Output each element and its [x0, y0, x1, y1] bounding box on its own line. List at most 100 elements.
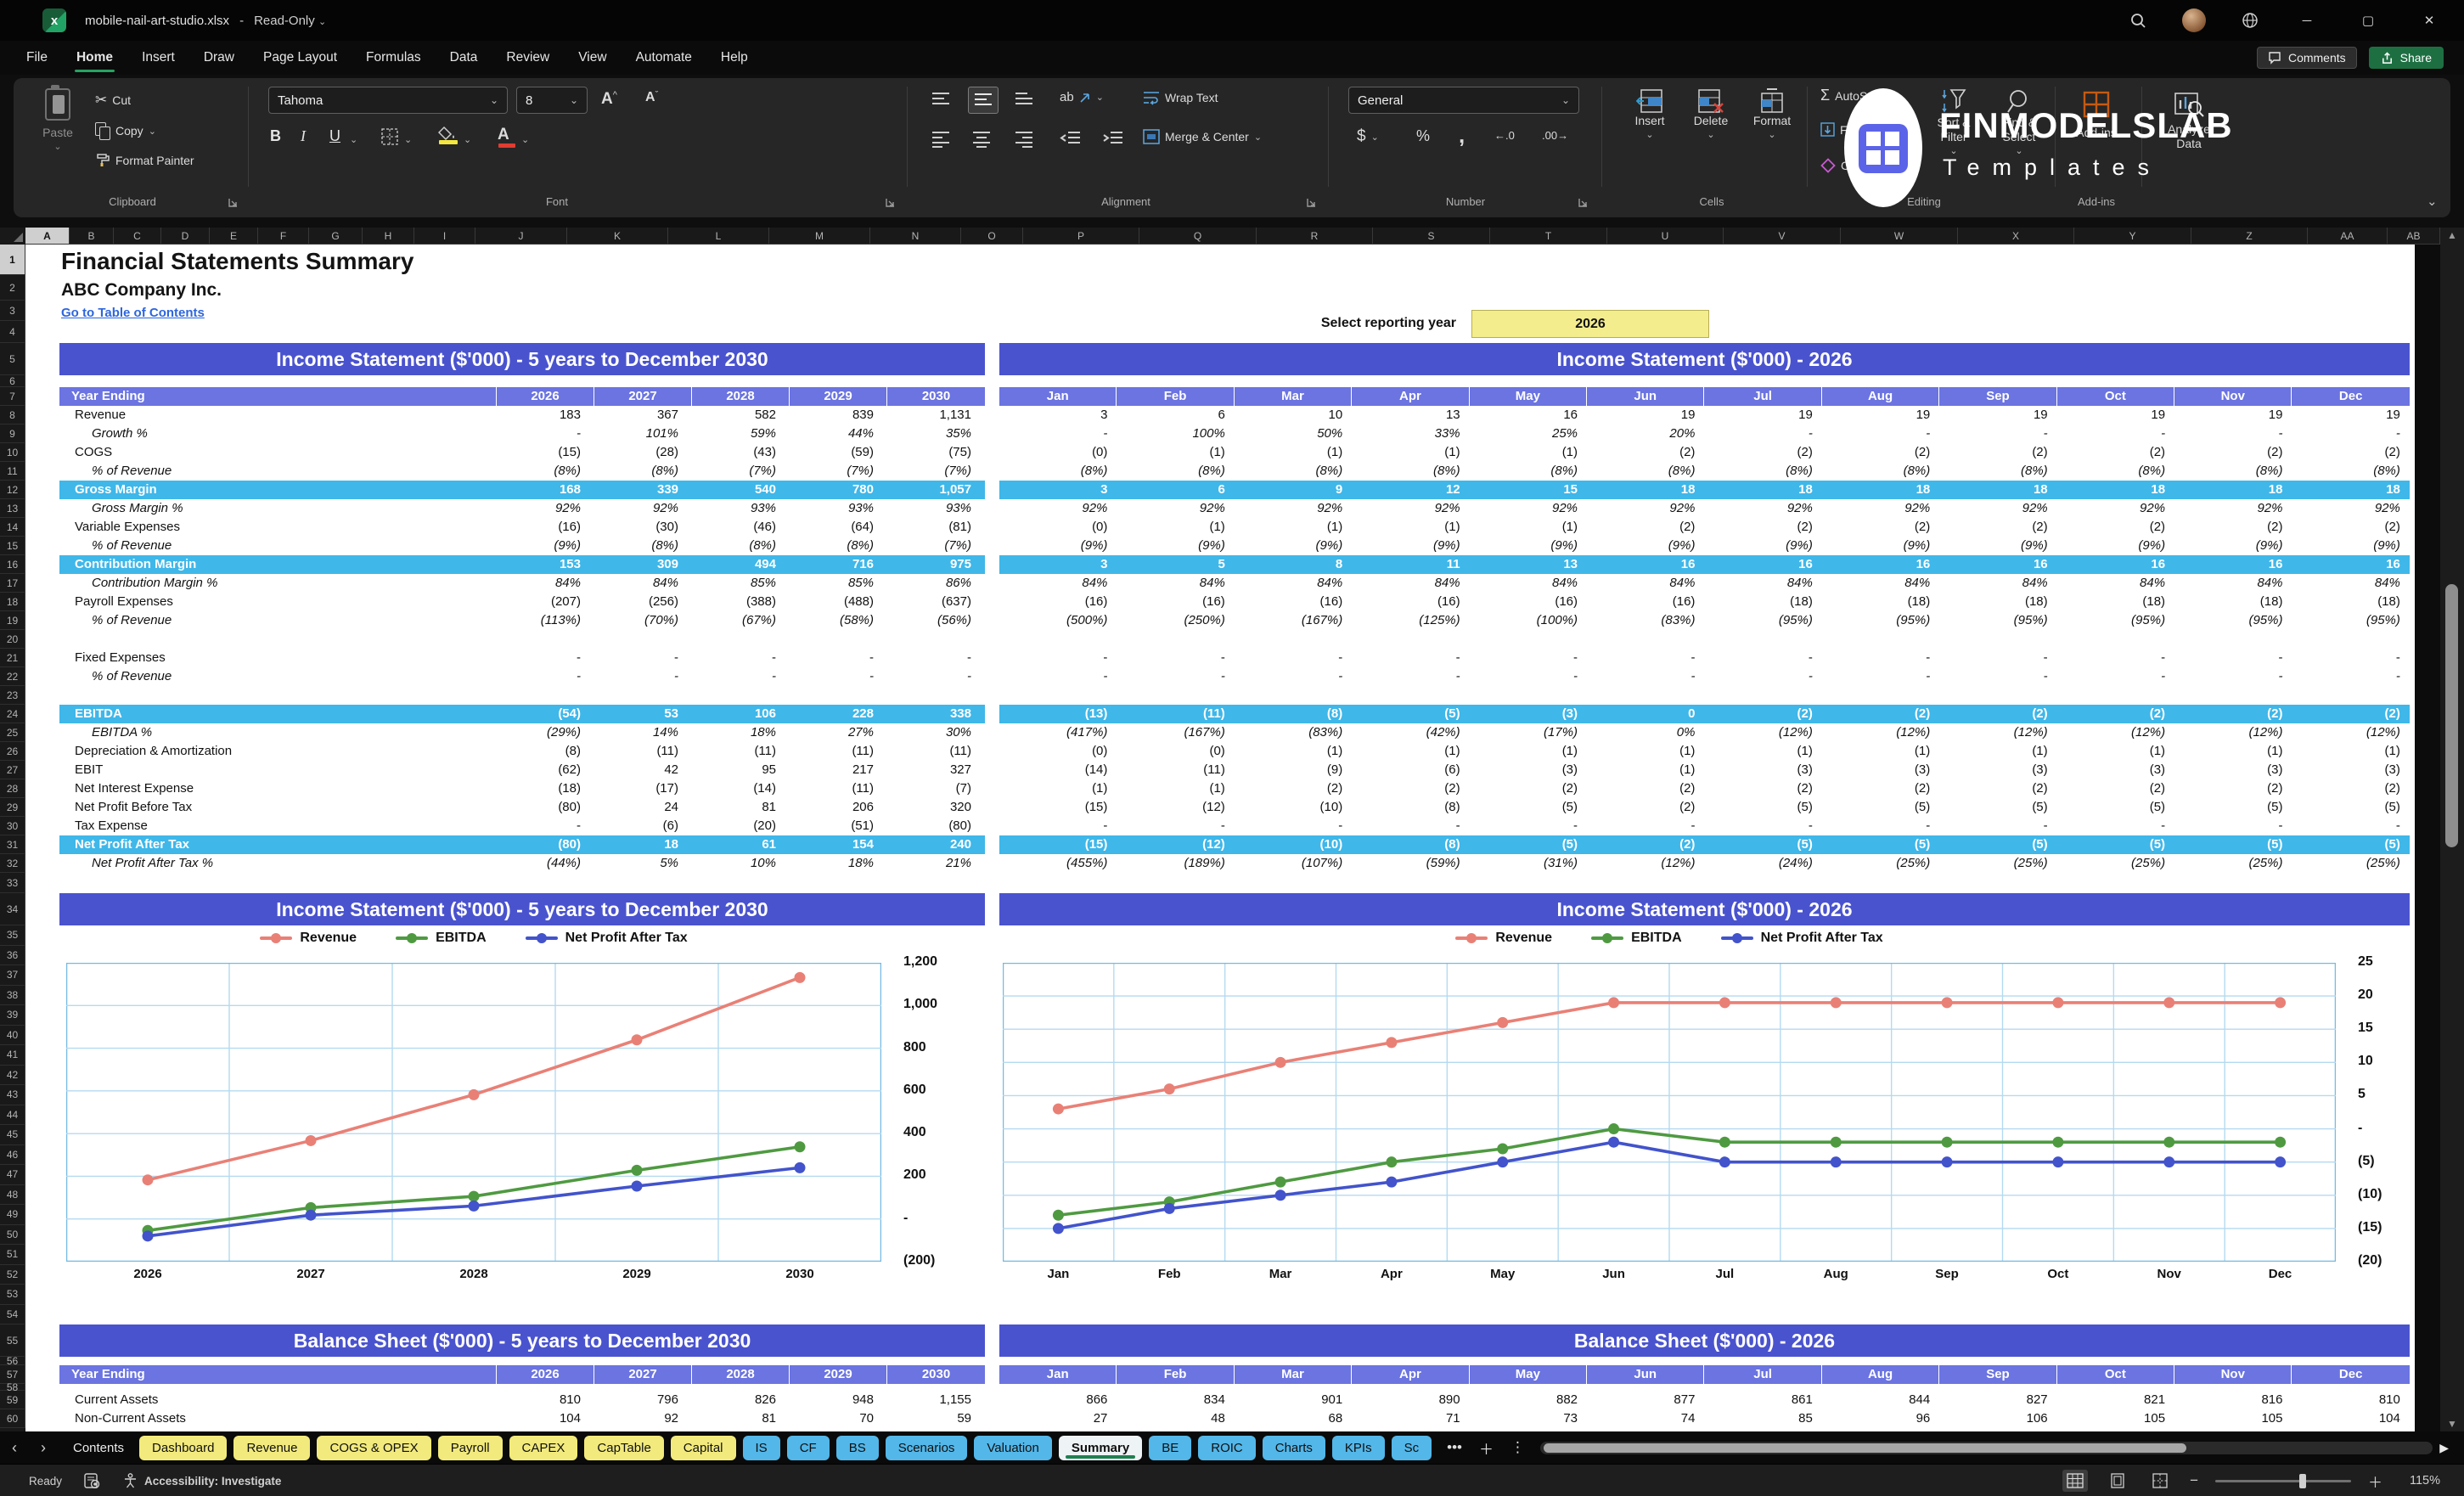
scroll-right-arrow[interactable]: ▶	[2439, 1441, 2464, 1455]
table-cell[interactable]: 0	[1587, 705, 1704, 723]
table-cell[interactable]: 877	[1587, 1391, 1704, 1409]
table-cell[interactable]	[999, 686, 1117, 705]
table-cell[interactable]: (113%)	[497, 611, 594, 630]
table-cell[interactable]: 96	[1822, 1409, 1939, 1428]
table-cell[interactable]: (2)	[1939, 443, 2056, 462]
row-header-29[interactable]: 29	[0, 798, 25, 817]
row-header-49[interactable]: 49	[0, 1205, 25, 1225]
horizontal-scrollbar[interactable]	[1539, 1441, 2433, 1454]
table-cell[interactable]: 240	[887, 835, 985, 854]
sheet-tab-roic[interactable]: ROIC	[1198, 1435, 1256, 1460]
table-cell[interactable]: 84%	[1939, 574, 2056, 593]
next-sheet-arrow[interactable]: ›	[29, 1439, 58, 1457]
table-cell[interactable]: (24%)	[1704, 854, 1821, 873]
table-cell[interactable]: 327	[887, 761, 985, 779]
table-cell[interactable]: 48	[1117, 1409, 1234, 1428]
table-cell[interactable]: 100%	[1117, 425, 1234, 443]
table-cell[interactable]: (8%)	[594, 537, 692, 555]
table-cell[interactable]: 18	[2174, 481, 2292, 499]
table-cell[interactable]: -	[1822, 667, 1939, 686]
table-cell[interactable]: 975	[887, 555, 985, 574]
table-cell[interactable]: (9%)	[1352, 537, 1469, 555]
table-cell[interactable]: (9%)	[1939, 537, 2056, 555]
row-label[interactable]: Net Profit After Tax	[59, 835, 497, 854]
table-cell[interactable]: (1)	[1352, 443, 1469, 462]
table-cell[interactable]: -	[1704, 667, 1821, 686]
column-header-AA[interactable]: AA	[2308, 228, 2388, 245]
table-cell[interactable]: (5)	[1939, 835, 2056, 854]
column-header-M[interactable]: M	[769, 228, 870, 245]
table-cell[interactable]: 716	[790, 555, 887, 574]
sheet-tab-payroll[interactable]: Payroll	[437, 1435, 503, 1460]
row-label[interactable]: % of Revenue	[59, 537, 497, 555]
table-cell[interactable]: (8%)	[497, 462, 594, 481]
comments-button[interactable]: Comments	[2256, 47, 2357, 69]
row-header-9[interactable]: 9	[0, 425, 25, 443]
table-cell[interactable]: (3)	[1822, 761, 1939, 779]
table-cell[interactable]	[790, 686, 887, 705]
row-label[interactable]: Growth %	[59, 425, 497, 443]
table-cell[interactable]: 901	[1235, 1391, 1352, 1409]
font-family-select[interactable]: Tahoma ⌄	[268, 87, 508, 114]
table-cell[interactable]: -	[1470, 649, 1587, 667]
table-cell[interactable]: (2)	[2292, 518, 2409, 537]
table-cell[interactable]: (9%)	[1822, 537, 1939, 555]
table-cell[interactable]: 93%	[790, 499, 887, 518]
table-cell[interactable]: (18)	[1704, 593, 1821, 611]
row-header-40[interactable]: 40	[0, 1025, 25, 1045]
underline-dropdown[interactable]: ⌄	[350, 134, 357, 145]
table-cell[interactable]: (16)	[497, 518, 594, 537]
sheet-tab-charts[interactable]: Charts	[1262, 1435, 1325, 1460]
table-cell[interactable]: (455%)	[999, 854, 1117, 873]
font-size-select[interactable]: 8 ⌄	[516, 87, 588, 114]
table-cell[interactable]: -	[692, 667, 790, 686]
table-cell[interactable]: 3	[999, 481, 1117, 499]
table-cell[interactable]: (62)	[497, 761, 594, 779]
table-cell[interactable]	[1470, 686, 1587, 705]
row-header-45[interactable]: 45	[0, 1125, 25, 1145]
table-cell[interactable]	[1117, 630, 1234, 649]
minimize-button[interactable]: ─	[2294, 14, 2320, 28]
table-cell[interactable]: (1)	[2057, 742, 2174, 761]
column-header-W[interactable]: W	[1841, 228, 1958, 245]
table-cell[interactable]: (2)	[1939, 518, 2056, 537]
column-header-Z[interactable]: Z	[2191, 228, 2308, 245]
row-header-4[interactable]: 4	[0, 321, 25, 343]
row-header-30[interactable]: 30	[0, 817, 25, 835]
table-cell[interactable]: (11)	[594, 742, 692, 761]
table-cell[interactable]: (1)	[1235, 742, 1352, 761]
percent-style-button[interactable]: %	[1416, 127, 1430, 145]
table-cell[interactable]: (2)	[2057, 443, 2174, 462]
column-header-V[interactable]: V	[1724, 228, 1841, 245]
table-cell[interactable]: 92%	[2174, 499, 2292, 518]
table-cell[interactable]: (2)	[1939, 779, 2056, 798]
table-cell[interactable]: 309	[594, 555, 692, 574]
table-cell[interactable]: (18)	[1939, 593, 2056, 611]
table-cell[interactable]: (25%)	[1939, 854, 2056, 873]
avatar[interactable]	[2182, 8, 2206, 32]
table-cell[interactable]: (8%)	[1235, 462, 1352, 481]
search-icon[interactable]	[2130, 13, 2146, 29]
table-cell[interactable]: 320	[887, 798, 985, 817]
table-cell[interactable]: -	[887, 667, 985, 686]
table-cell[interactable]: (95%)	[2174, 611, 2292, 630]
table-cell[interactable]: (30)	[594, 518, 692, 537]
table-cell[interactable]: (9%)	[1704, 537, 1821, 555]
menu-tab-draw[interactable]: Draw	[189, 41, 249, 75]
increase-decimal-button[interactable]: ←.0	[1494, 129, 1515, 142]
orientation-button[interactable]: ab ⌄	[1060, 90, 1104, 104]
table-cell[interactable]: 206	[790, 798, 887, 817]
row-header-25[interactable]: 25	[0, 723, 25, 742]
cut-button[interactable]: ✂ Cut	[95, 92, 131, 109]
italic-button[interactable]: I	[301, 127, 306, 145]
table-cell[interactable]: 74	[1587, 1409, 1704, 1428]
table-cell[interactable]: 19	[1587, 406, 1704, 425]
table-cell[interactable]: -	[1587, 667, 1704, 686]
table-cell[interactable]: (3)	[1470, 705, 1587, 723]
table-cell[interactable]: 18	[1939, 481, 2056, 499]
row-label[interactable]: Fixed Expenses	[59, 649, 497, 667]
table-cell[interactable]: (488)	[790, 593, 887, 611]
table-cell[interactable]	[1235, 686, 1352, 705]
zoom-slider-thumb[interactable]	[2299, 1473, 2307, 1488]
table-cell[interactable]: (80)	[887, 817, 985, 835]
